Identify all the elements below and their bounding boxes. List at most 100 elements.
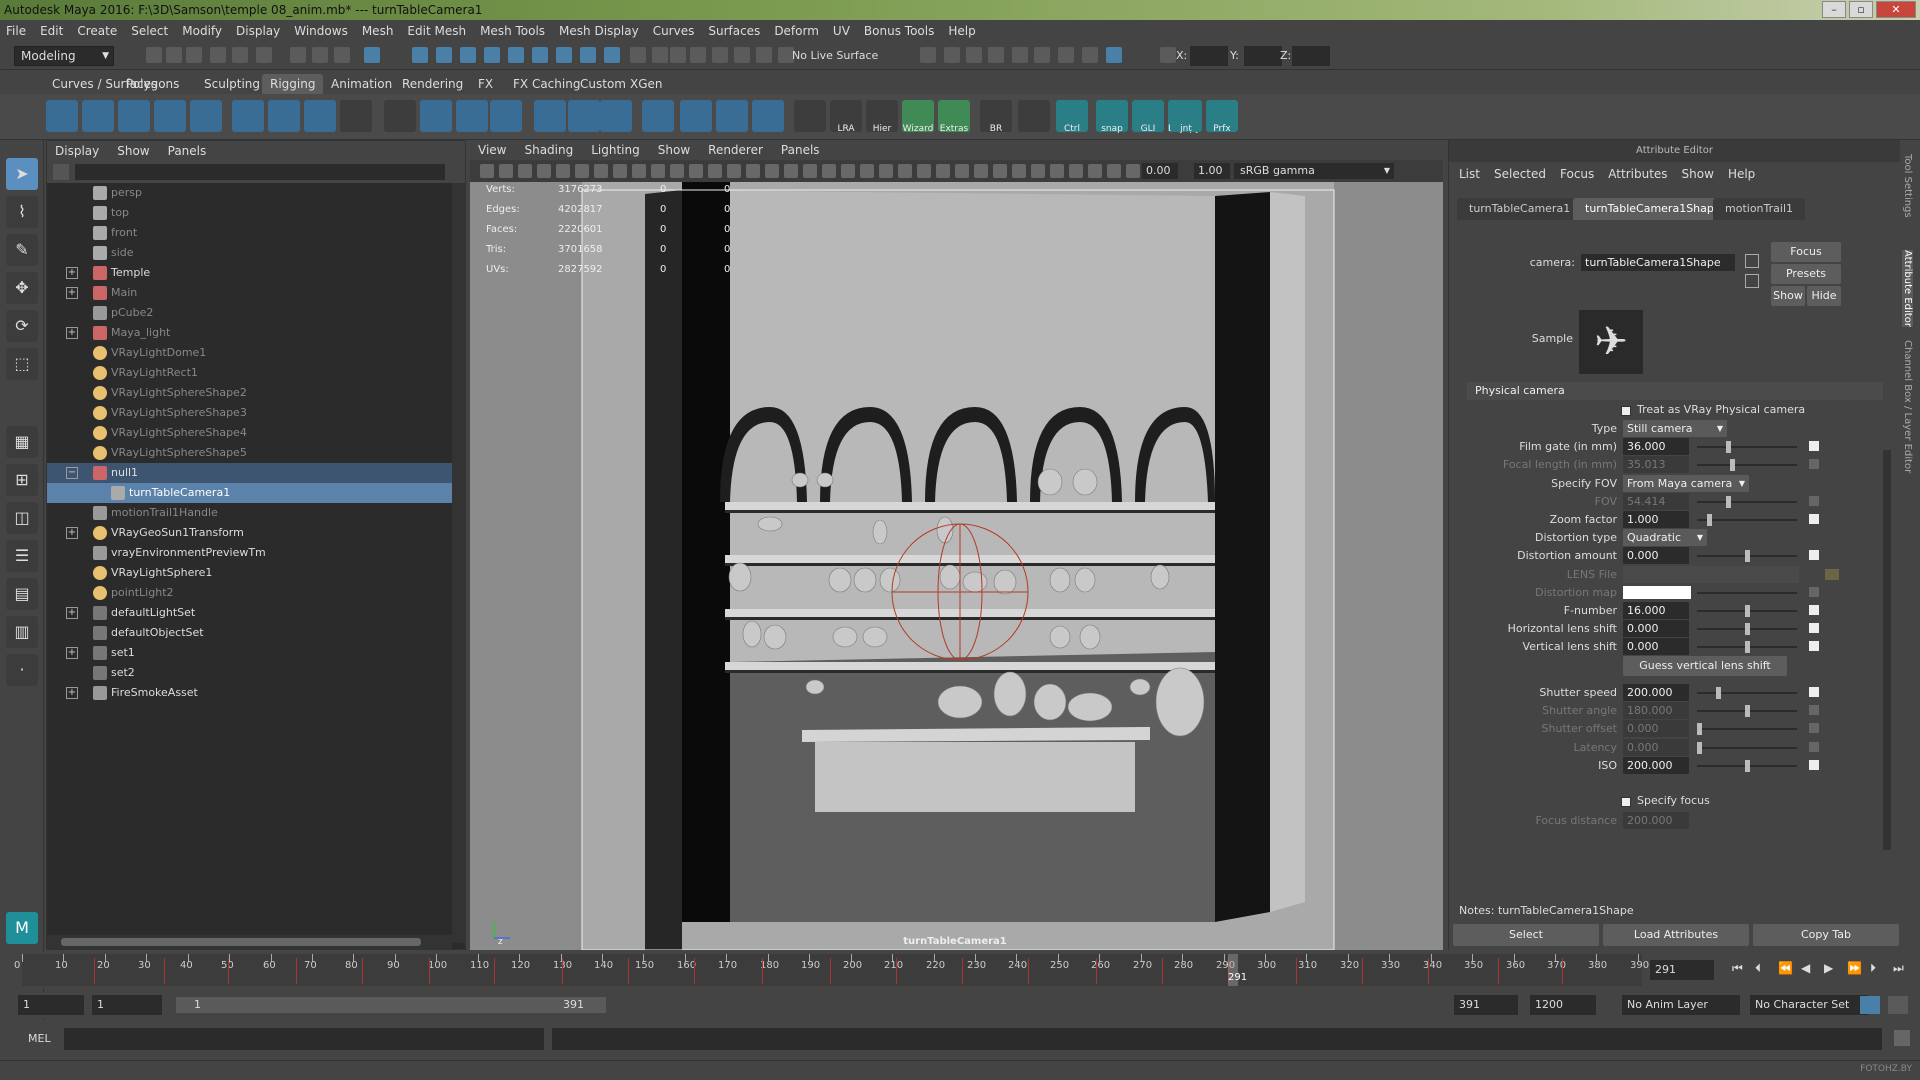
viewport-tool-icon[interactable] [974,164,988,178]
treat-vray-checkbox[interactable] [1621,406,1631,416]
shelf-tool-icon[interactable]: Prfx [1206,100,1238,134]
attr-copy-tab-button[interactable]: Copy Tab [1753,924,1899,946]
status-tool-icon[interactable] [580,47,596,63]
expand-toggle-icon[interactable]: + [66,687,78,699]
playback-start-field[interactable]: 1 [92,995,162,1015]
outliner-horizontal-scrollbar[interactable] [47,935,452,949]
viewport-tool-icon[interactable] [1069,164,1083,178]
shelf-tool-icon[interactable] [232,100,264,132]
attr-field[interactable]: 0.000 [1623,720,1689,738]
attr-map-icon[interactable] [1809,605,1819,615]
color-space-dropdown[interactable]: sRGB gamma ▼ [1234,163,1394,179]
presets-button[interactable]: Presets [1771,264,1841,284]
attr-slider[interactable] [1697,495,1797,508]
attr-map-icon[interactable] [1809,723,1819,734]
lasso-tool-icon[interactable]: ⌇ [6,196,38,228]
status-tool-icon[interactable] [966,47,982,63]
attr-menu-selected[interactable]: Selected [1494,167,1546,181]
attr-map-icon[interactable] [1809,550,1819,561]
shelf-tool-icon[interactable] [46,100,78,132]
attr-tab-turntablecamera1[interactable]: turnTableCamera1 [1457,198,1583,220]
shelf-tool-icon[interactable] [268,100,300,132]
attr-slider[interactable] [1697,741,1797,754]
outliner-row[interactable]: + set1 [47,643,452,663]
menu-mesh-display[interactable]: Mesh Display [559,24,639,38]
outliner-row[interactable]: + Maya_light [47,323,452,343]
live-surface-label[interactable]: No Live Surface [792,46,902,66]
attr-select-button[interactable]: Select [1453,924,1599,946]
status-tool-icon[interactable] [920,47,936,63]
start-time-field[interactable]: 1 [18,995,84,1015]
attr-map-icon[interactable] [1809,514,1819,524]
status-tool-icon[interactable] [166,47,182,63]
attr-map-icon[interactable] [1809,741,1819,752]
outliner-row[interactable]: vrayEnvironmentPreviewTm [47,543,452,563]
current-time-indicator[interactable]: 291 [1228,954,1247,986]
status-tool-icon[interactable] [232,47,248,63]
playback-control-icon[interactable]: ⏪ [1778,962,1793,974]
layout-graph-icon[interactable]: ▤ [6,578,38,610]
menu-select[interactable]: Select [131,24,168,38]
menu-bonus-tools[interactable]: Bonus Tools [864,24,934,38]
status-tool-icon[interactable] [290,47,306,63]
viewport-tool-icon[interactable] [632,164,646,178]
viewport-scene[interactable]: z Verts: 3176273 0 0 Edges: 4202817 0 0 Faces: 22… [470,182,1443,950]
viewport-tool-icon[interactable] [689,164,703,178]
status-tool-icon[interactable] [146,47,162,63]
status-tool-icon[interactable] [756,47,772,63]
attr-menu-attributes[interactable]: Attributes [1608,167,1667,181]
character-set-dropdown[interactable]: No Character Set [1750,995,1868,1015]
attr-slider[interactable] [1697,723,1797,736]
viewport-tool-icon[interactable] [480,164,494,178]
shelf-tool-icon[interactable] [82,100,114,132]
attr-map-icon[interactable] [1809,623,1819,634]
menu-deform[interactable]: Deform [774,24,819,38]
shelf-tab-animation[interactable]: Animation [323,74,400,94]
attr-slider[interactable] [1697,705,1797,718]
viewport-menu-lighting[interactable]: Lighting [591,143,640,157]
viewport-tool-icon[interactable] [670,164,684,178]
camera-name-field[interactable]: turnTableCamera1Shape [1581,254,1735,271]
viewport-tool-icon[interactable] [746,164,760,178]
timeline-track[interactable]: 0102030405060708090100110120130140150160… [14,954,1649,986]
status-tool-icon[interactable] [734,47,750,63]
layout-four-icon[interactable]: ⊞ [6,464,38,496]
right-tab-tool-settings[interactable]: Tool Settings [1902,154,1913,218]
viewport-tool-icon[interactable] [594,164,608,178]
attr-map-icon[interactable] [1809,586,1819,597]
status-tool-icon[interactable] [210,47,226,63]
playback-control-icon[interactable]: ⏩ [1847,962,1862,974]
shelf-tool-icon[interactable] [340,100,372,132]
viewport-tool-icon[interactable] [575,164,589,178]
attr-menu-focus[interactable]: Focus [1560,167,1594,181]
range-bar[interactable]: 1 391 [176,997,606,1013]
attr-field[interactable]: 16.000 [1623,602,1689,619]
status-tool-icon[interactable] [1106,47,1122,63]
viewport-tool-icon[interactable] [1126,164,1140,178]
outliner-row[interactable]: + FireSmokeAsset [47,683,452,703]
shelf-tab-fx[interactable]: FX [470,74,501,94]
status-tool-icon[interactable] [484,47,500,63]
expand-toggle-icon[interactable]: + [66,327,78,339]
mel-label[interactable]: MEL [28,1032,51,1045]
viewport-tool-icon[interactable] [727,164,741,178]
attr-map-icon[interactable] [1809,641,1819,652]
menu-help[interactable]: Help [948,24,975,38]
status-tool-icon[interactable] [556,47,572,63]
outliner-menu-panels[interactable]: Panels [168,144,207,158]
shelf-tool-icon[interactable] [794,100,826,132]
outliner-row[interactable]: VRayLightSphereShape4 [47,423,452,443]
shelf-tool-icon[interactable] [456,100,488,132]
viewport-tool-icon[interactable] [879,164,893,178]
outliner-row[interactable]: + Main [47,283,452,303]
outliner-row[interactable]: VRayLightDome1 [47,343,452,363]
playback-control-icon[interactable]: ⏮ [1732,962,1744,974]
focus-button[interactable]: Focus [1771,242,1841,262]
playback-control-icon[interactable]: ◀ [1801,962,1813,974]
attr-field[interactable]: 54.414 [1623,492,1689,510]
layout-outliner-icon[interactable]: ☰ [6,540,38,572]
attr-load-attributes-button[interactable]: Load Attributes [1603,924,1749,946]
x-field[interactable] [1190,46,1228,66]
outliner-row[interactable]: VRayLightSphereShape2 [47,383,452,403]
playback-control-icon[interactable]: ▶ [1824,962,1836,974]
